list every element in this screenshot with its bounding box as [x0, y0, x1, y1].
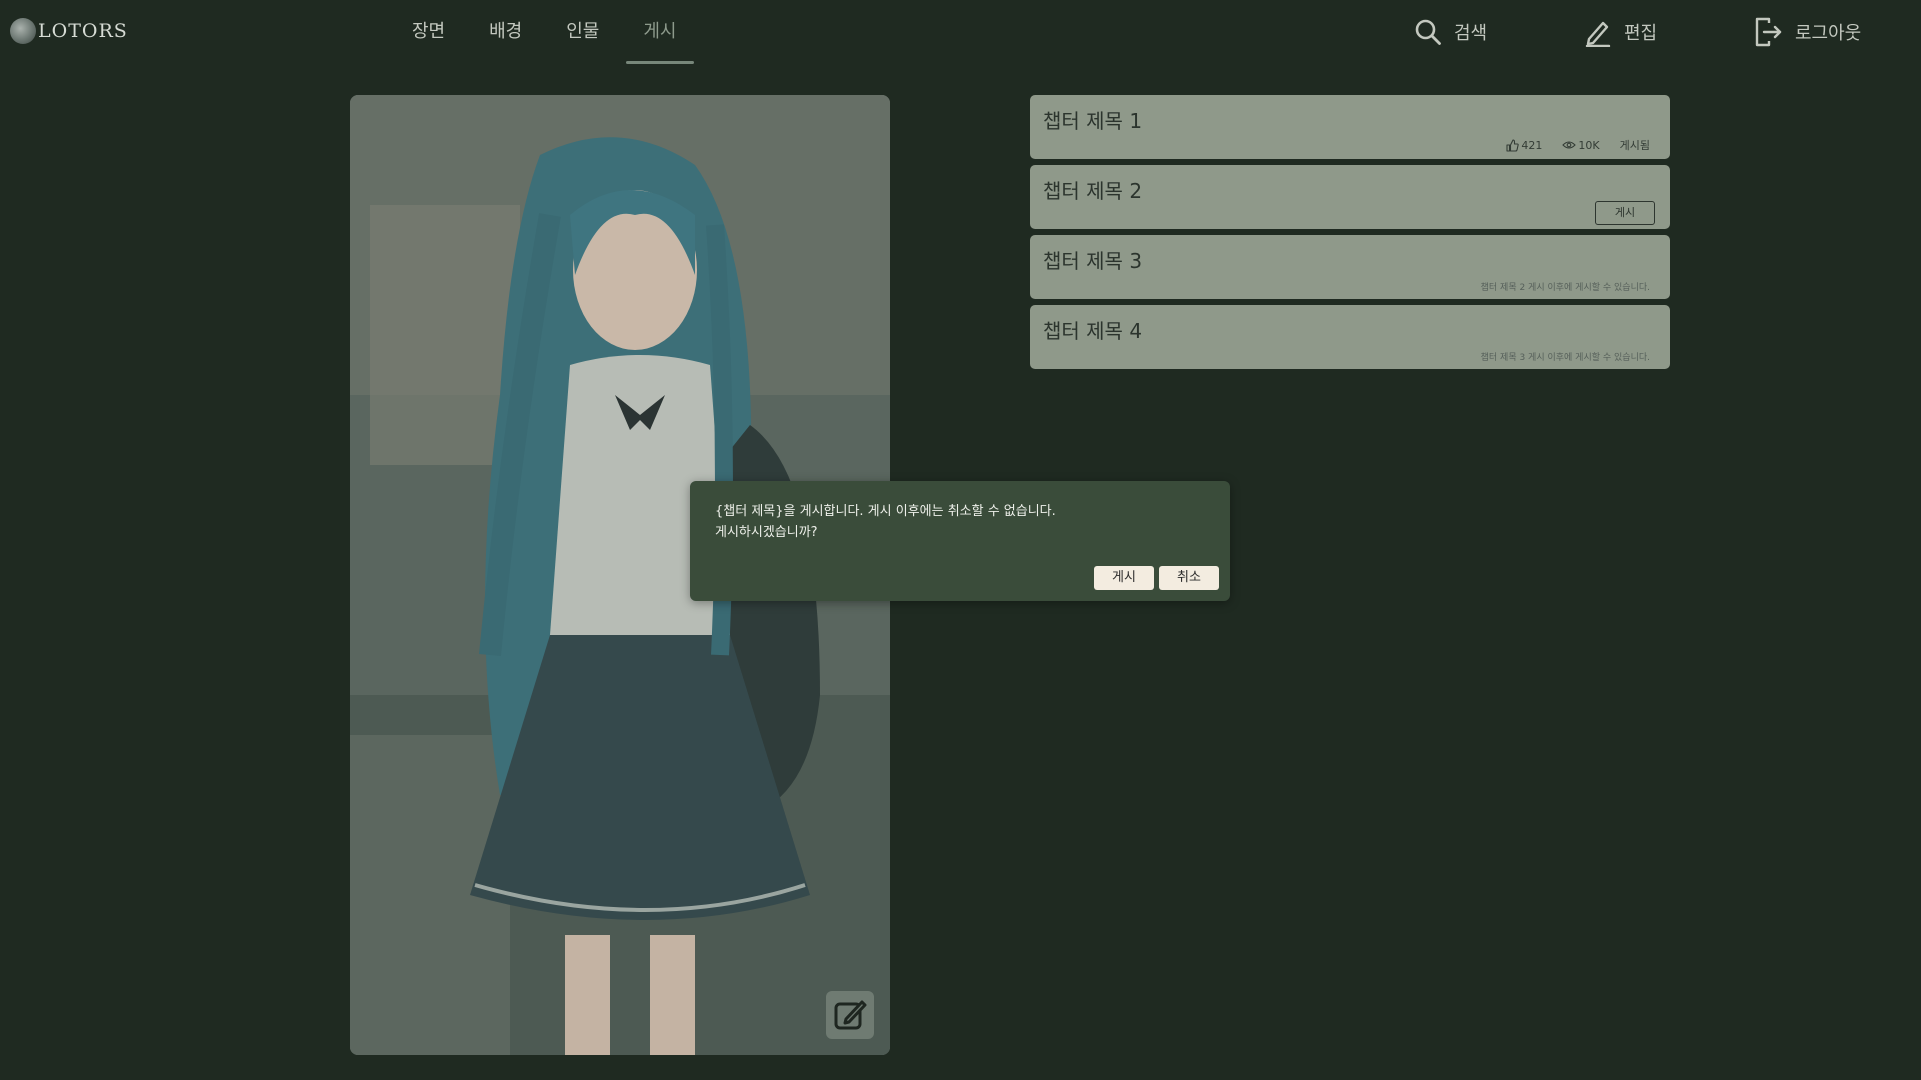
- publish-locked-note: 챕터 제목 3 게시 이후에 게시할 수 있습니다.: [1480, 353, 1650, 363]
- logo-avatar-icon: [10, 18, 36, 44]
- like-count: 421: [1506, 139, 1542, 152]
- tab-scene[interactable]: 장면: [395, 0, 462, 64]
- search-button[interactable]: 검색: [1414, 14, 1487, 50]
- cancel-button[interactable]: 취소: [1159, 566, 1219, 590]
- chapter-title: 챕터 제목 4: [1043, 319, 1143, 343]
- tab-label: 배경: [489, 21, 523, 42]
- publish-chapter-button[interactable]: 게시: [1595, 201, 1655, 225]
- app-root: LOTORS 장면 배경 인물 게시 검색 편집 로그아웃 챕터 제목 1 42…: [0, 0, 1921, 1080]
- chapter-card-3[interactable]: 챕터 제목 3 챕터 제목 2 게시 이후에 게시할 수 있습니다.: [1030, 235, 1670, 299]
- tab-label: 인물: [566, 21, 600, 42]
- chapter-stats: 421 10K 게시됨: [1486, 137, 1650, 153]
- search-icon: [1415, 19, 1441, 45]
- chapter-card-1[interactable]: 챕터 제목 1 421 10K 게시됨: [1030, 95, 1670, 159]
- chapter-title: 챕터 제목 1: [1043, 109, 1143, 133]
- top-bar: LOTORS 장면 배경 인물 게시 검색 편집 로그아웃: [0, 0, 1921, 68]
- view-count: 10K: [1562, 138, 1600, 152]
- chapter-title: 챕터 제목 2: [1043, 179, 1143, 203]
- tab-publish[interactable]: 게시: [626, 0, 694, 64]
- edit-square-icon: [834, 1000, 867, 1030]
- chapter-list: 챕터 제목 1 421 10K 게시됨 챕터 제목 2 게시 챕터 제목 3 챕…: [1030, 95, 1670, 375]
- confirm-publish-button[interactable]: 게시: [1094, 566, 1154, 590]
- tab-label: 게시: [643, 21, 677, 42]
- dialog-question: 게시하시겠습니까?: [715, 525, 818, 540]
- view-value: 10K: [1578, 138, 1600, 152]
- chapter-card-4[interactable]: 챕터 제목 4 챕터 제목 3 게시 이후에 게시할 수 있습니다.: [1030, 305, 1670, 369]
- logout-button[interactable]: 로그아웃: [1753, 14, 1861, 50]
- logo[interactable]: LOTORS: [10, 18, 128, 44]
- tab-characters[interactable]: 인물: [549, 0, 616, 64]
- chapter-title: 챕터 제목 3: [1043, 249, 1143, 273]
- dialog-message: {챕터 제목}을 게시합니다. 게시 이후에는 취소할 수 없습니다.: [715, 504, 1056, 519]
- chapter-card-2[interactable]: 챕터 제목 2 게시: [1030, 165, 1670, 229]
- publish-locked-note: 챕터 제목 2 게시 이후에 게시할 수 있습니다.: [1480, 283, 1650, 293]
- publish-status: 게시됨: [1619, 139, 1650, 152]
- search-label: 검색: [1454, 23, 1488, 44]
- like-value: 421: [1521, 138, 1543, 152]
- logo-text: LOTORS: [38, 20, 128, 42]
- tab-background[interactable]: 배경: [472, 0, 539, 64]
- main-nav: 장면 배경 인물 게시: [395, 0, 704, 68]
- tab-label: 장면: [412, 21, 446, 42]
- publish-confirm-dialog: {챕터 제목}을 게시합니다. 게시 이후에는 취소할 수 없습니다. 게시하시…: [690, 481, 1230, 601]
- pencil-icon: [1585, 21, 1611, 47]
- logout-icon: [1755, 17, 1782, 47]
- eye-icon: [1562, 141, 1577, 149]
- edit-label: 편집: [1624, 23, 1658, 44]
- logout-label: 로그아웃: [1795, 23, 1862, 44]
- thumbs-up-icon: [1506, 138, 1520, 152]
- edit-button[interactable]: 편집: [1584, 14, 1657, 50]
- edit-cover-button[interactable]: [826, 991, 874, 1039]
